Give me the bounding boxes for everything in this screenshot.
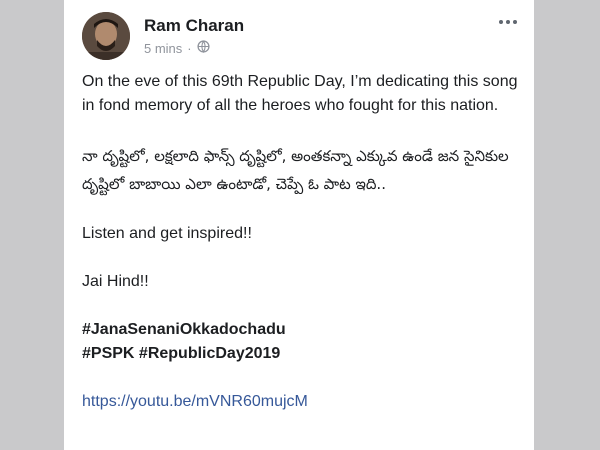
avatar-image xyxy=(82,12,130,60)
post-body: On the eve of this 69th Republic Day, I’… xyxy=(82,70,522,414)
post-paragraph-listen: Listen and get inspired!! xyxy=(82,225,252,242)
post-timestamp[interactable]: 5 mins xyxy=(144,41,182,56)
hashtag-link[interactable]: #JanaSenaniOkkadochadu xyxy=(82,318,522,342)
hashtag-link[interactable]: #PSPK #RepublicDay2019 xyxy=(82,342,522,366)
post-hashtags: #JanaSenaniOkkadochadu #PSPK #RepublicDa… xyxy=(82,318,522,366)
post-meta: 5 mins · xyxy=(144,40,210,56)
youtube-link[interactable]: https://youtu.be/mVNR60mujcM xyxy=(82,390,522,414)
author-name[interactable]: Ram Charan xyxy=(144,16,244,36)
meta-separator: · xyxy=(187,40,192,56)
more-options-icon[interactable] xyxy=(496,14,520,30)
globe-icon[interactable] xyxy=(197,40,210,56)
post-paragraph-dedication: On the eve of this 69th Republic Day, I’… xyxy=(82,73,518,114)
post-paragraph-jai-hind: Jai Hind!! xyxy=(82,273,149,290)
post-card: Ram Charan 5 mins · On the eve of this 6… xyxy=(64,0,534,450)
profile-avatar[interactable] xyxy=(82,12,130,60)
post-paragraph-telugu: నా దృష్టిలో, లక్షలాది ఫాన్స్ దృష్టిలో, అ… xyxy=(82,147,509,193)
